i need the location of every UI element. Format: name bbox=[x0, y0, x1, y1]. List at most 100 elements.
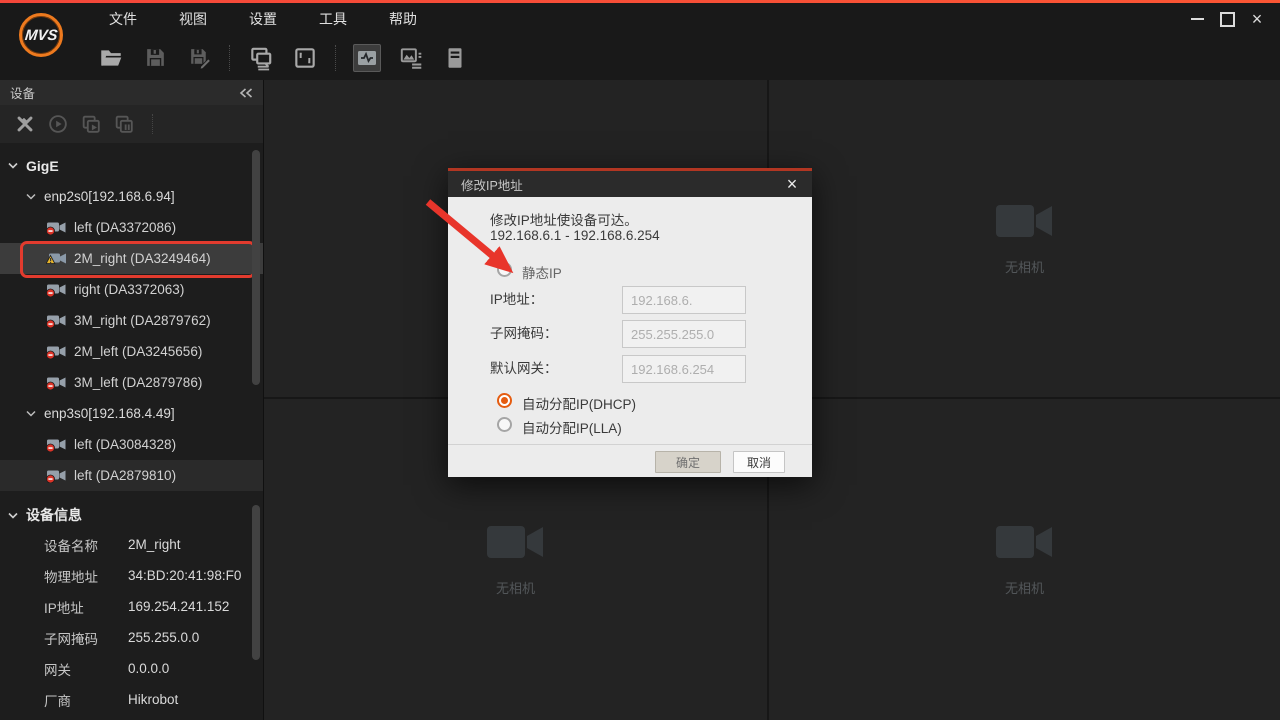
gateway-label: 默认网关： bbox=[490, 355, 558, 383]
chevron-down-icon[interactable] bbox=[26, 193, 36, 200]
menu-tools[interactable]: 工具 bbox=[298, 3, 368, 35]
start-all-button[interactable] bbox=[80, 113, 102, 135]
save-button[interactable] bbox=[141, 44, 169, 72]
camera-panel-4[interactable]: 无相机 bbox=[769, 399, 1280, 720]
info-value: 2M_right bbox=[128, 537, 181, 552]
maximize-button[interactable] bbox=[1212, 3, 1242, 35]
tree-device-row-selected[interactable]: 2M_right (DA3249464) bbox=[0, 243, 263, 274]
static-ip-radio[interactable] bbox=[497, 262, 512, 277]
dialog-body: 修改IP地址使设备可达。 192.168.6.1 - 192.168.6.254… bbox=[448, 197, 812, 477]
tree-device-row[interactable]: 3M_left (DA2879786) bbox=[0, 367, 263, 398]
play-all-icon bbox=[80, 113, 102, 135]
camera-offline-icon bbox=[46, 375, 67, 390]
tree-device-label: 2M_right (DA3249464) bbox=[74, 251, 211, 266]
minimize-icon bbox=[1191, 18, 1204, 20]
dialog-titlebar: 修改IP地址 × bbox=[448, 171, 812, 197]
tree-device-row[interactable]: 3M_right (DA2879762) bbox=[0, 305, 263, 336]
close-button[interactable]: × bbox=[1242, 3, 1272, 35]
start-acquisition-button[interactable] bbox=[47, 113, 69, 135]
info-label: IP地址 bbox=[44, 597, 128, 617]
tree-device-row[interactable]: left (DA3372086) bbox=[0, 212, 263, 243]
tree-device-label: 2M_left (DA3245656) bbox=[74, 344, 202, 359]
info-value: Hikrobot bbox=[128, 692, 178, 707]
window-top-accent bbox=[0, 0, 1280, 3]
tree-device-row[interactable]: left (DA3084328) bbox=[0, 429, 263, 460]
tree-device-label: right (DA3372063) bbox=[74, 282, 184, 297]
image-settings-button[interactable] bbox=[397, 44, 425, 72]
subnet-mask-input[interactable] bbox=[622, 320, 746, 348]
stop-all-button[interactable] bbox=[113, 113, 135, 135]
save-as-button[interactable] bbox=[185, 44, 213, 72]
no-camera-icon bbox=[996, 201, 1054, 241]
fullscreen-button[interactable] bbox=[291, 44, 319, 72]
clipboard-list-button[interactable] bbox=[441, 44, 469, 72]
dhcp-label: 自动分配IP(DHCP) bbox=[522, 393, 636, 413]
info-row: 厂商 Hikrobot bbox=[0, 684, 263, 715]
device-tree: GigE enp2s0[192.168.6.94] left (DA337208… bbox=[0, 143, 263, 715]
info-label: 设备名称 bbox=[44, 535, 128, 555]
save-as-icon bbox=[187, 45, 212, 70]
ip-address-input[interactable] bbox=[622, 286, 746, 314]
camera-warning-icon bbox=[46, 251, 67, 266]
tree-node-label: enp2s0[192.168.6.94] bbox=[44, 189, 175, 204]
chevron-down-icon[interactable] bbox=[26, 410, 36, 417]
menu-file[interactable]: 文件 bbox=[88, 3, 158, 35]
ok-button[interactable]: 确定 bbox=[655, 451, 721, 473]
camera-offline-icon bbox=[46, 468, 67, 483]
tree-device-row[interactable]: 2M_left (DA3245656) bbox=[0, 336, 263, 367]
waveform-icon bbox=[355, 46, 379, 70]
tree-node-enp3s0[interactable]: enp3s0[192.168.4.49] bbox=[0, 398, 263, 429]
menu-view[interactable]: 视图 bbox=[158, 3, 228, 35]
toolbar-separator bbox=[335, 45, 337, 71]
menu-help[interactable]: 帮助 bbox=[368, 3, 438, 35]
open-folder-icon bbox=[98, 45, 124, 71]
layout-swap-button[interactable] bbox=[247, 44, 275, 72]
info-label: 厂商 bbox=[44, 690, 128, 710]
maximize-icon bbox=[1220, 12, 1235, 27]
subnet-mask-label: 子网掩码： bbox=[490, 320, 558, 348]
save-icon bbox=[143, 45, 168, 70]
menu-settings[interactable]: 设置 bbox=[228, 3, 298, 35]
tree-device-label: left (DA2879810) bbox=[74, 468, 176, 483]
tree-node-gige[interactable]: GigE bbox=[0, 150, 263, 181]
tree-node-label: GigE bbox=[26, 158, 59, 174]
gateway-input[interactable] bbox=[622, 355, 746, 383]
tree-node-enp2s0[interactable]: enp2s0[192.168.6.94] bbox=[0, 181, 263, 212]
no-camera-label: 无相机 bbox=[496, 578, 535, 597]
camera-panel-2[interactable]: 无相机 bbox=[769, 80, 1280, 399]
disconnect-device-button[interactable] bbox=[14, 113, 36, 135]
lla-radio[interactable] bbox=[497, 417, 512, 432]
toolbar-separator bbox=[229, 45, 231, 71]
lla-label: 自动分配IP(LLA) bbox=[522, 417, 622, 437]
pause-all-icon bbox=[113, 113, 135, 135]
minimize-button[interactable] bbox=[1182, 3, 1212, 35]
open-folder-button[interactable] bbox=[97, 44, 125, 72]
dhcp-radio-selected[interactable] bbox=[497, 393, 512, 408]
tree-device-row[interactable]: right (DA3372063) bbox=[0, 274, 263, 305]
tree-scrollbar-thumb[interactable] bbox=[252, 150, 260, 385]
camera-offline-icon bbox=[46, 220, 67, 235]
camera-offline-icon bbox=[46, 313, 67, 328]
device-info-header[interactable]: 设备信息 bbox=[0, 501, 263, 529]
dialog-close-button[interactable]: × bbox=[782, 173, 802, 195]
info-row: 设备名称 2M_right bbox=[0, 529, 263, 560]
chevron-down-icon[interactable] bbox=[8, 162, 18, 169]
play-circle-icon bbox=[47, 113, 69, 135]
collapse-panel-icon[interactable] bbox=[239, 88, 253, 98]
cancel-button[interactable]: 取消 bbox=[733, 451, 785, 473]
static-ip-label: 静态IP bbox=[522, 262, 562, 282]
info-label: 物理地址 bbox=[44, 566, 128, 586]
tree-device-label: 3M_left (DA2879786) bbox=[74, 375, 202, 390]
info-label: 子网掩码 bbox=[44, 628, 128, 648]
device-info-title: 设备信息 bbox=[26, 505, 82, 525]
info-scrollbar-thumb[interactable] bbox=[252, 505, 260, 660]
chevron-down-icon[interactable] bbox=[8, 512, 18, 519]
tree-node-label: enp3s0[192.168.4.49] bbox=[44, 406, 175, 421]
camera-offline-icon bbox=[46, 344, 67, 359]
info-value: 255.255.0.0 bbox=[128, 630, 199, 645]
waveform-view-button[interactable] bbox=[353, 44, 381, 72]
info-value: 0.0.0.0 bbox=[128, 661, 169, 676]
tree-device-row[interactable]: left (DA2879810) bbox=[0, 460, 263, 491]
modify-ip-dialog: 修改IP地址 × 修改IP地址使设备可达。 192.168.6.1 - 192.… bbox=[448, 168, 812, 477]
info-value: 169.254.241.152 bbox=[128, 599, 229, 614]
